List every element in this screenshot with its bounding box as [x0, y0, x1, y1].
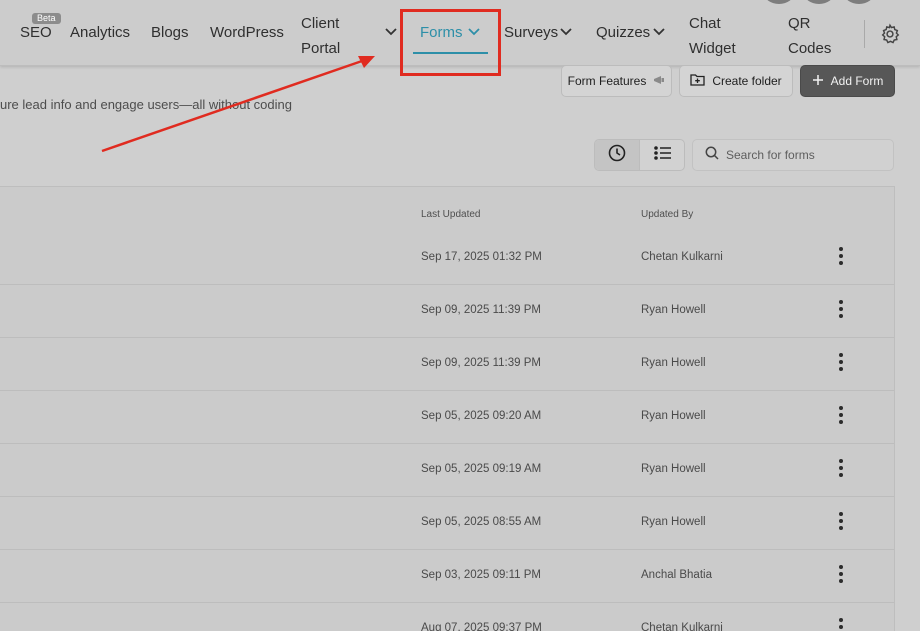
- kebab-menu-icon[interactable]: [834, 351, 848, 373]
- plus-icon: [812, 74, 824, 89]
- client-portal-line-1: Client: [301, 15, 340, 32]
- last-updated-cell: Sep 09, 2025 11:39 PM: [421, 304, 541, 316]
- updated-by-cell: Ryan Howell: [641, 410, 706, 422]
- updated-by-cell: Ryan Howell: [641, 357, 706, 369]
- annotation-highlight-box: [400, 9, 501, 76]
- add-form-button[interactable]: Add Form: [800, 65, 895, 97]
- forms-table: Last Updated Updated By Sep 17, 2025 01:…: [0, 186, 895, 631]
- table-row[interactable]: Sep 05, 2025 09:20 AM Ryan Howell: [0, 391, 894, 444]
- chevron-down-icon[interactable]: [559, 27, 573, 37]
- beta-badge: Beta: [32, 13, 61, 24]
- search-icon: [705, 146, 719, 165]
- view-toggle: [594, 139, 685, 171]
- add-form-label: Add Form: [830, 74, 884, 88]
- updated-by-cell: Anchal Bhatia: [641, 569, 712, 581]
- nav-item-seo[interactable]: SEO: [20, 24, 52, 41]
- kebab-menu-icon[interactable]: [834, 298, 848, 320]
- nav-item-wordpress[interactable]: WordPress: [210, 24, 284, 41]
- kebab-menu-icon[interactable]: [834, 563, 848, 585]
- table-row[interactable]: Sep 05, 2025 09:19 AM Ryan Howell: [0, 444, 894, 497]
- last-updated-cell: Aug 07, 2025 09:37 PM: [421, 622, 542, 631]
- table-row[interactable]: Sep 17, 2025 01:32 PM Chetan Kulkarni: [0, 232, 894, 285]
- chevron-down-icon[interactable]: [384, 27, 398, 37]
- kebab-menu-icon[interactable]: [834, 457, 848, 479]
- last-updated-cell: Sep 05, 2025 09:20 AM: [421, 410, 542, 422]
- avatar[interactable]: [804, 0, 834, 4]
- chat-widget-line-1: Chat: [689, 15, 721, 32]
- form-features-label: Form Features: [567, 74, 647, 88]
- nav-item-analytics[interactable]: Analytics: [70, 24, 130, 41]
- list-view-button[interactable]: [641, 140, 685, 170]
- updated-by-cell: Ryan Howell: [641, 304, 706, 316]
- client-portal-line-2: Portal: [301, 40, 341, 57]
- chevron-down-icon[interactable]: [652, 27, 666, 37]
- gear-icon[interactable]: [879, 23, 901, 50]
- nav-item-blogs[interactable]: Blogs: [151, 24, 189, 41]
- avatar[interactable]: [764, 0, 794, 4]
- nav-item-chat-widget[interactable]: Chat Widget: [689, 11, 736, 61]
- create-folder-label: Create folder: [712, 74, 782, 88]
- column-header-last-updated[interactable]: Last Updated: [421, 209, 481, 220]
- chat-widget-line-2: Widget: [689, 40, 736, 57]
- page-subtitle: ure lead info and engage users—all witho…: [0, 97, 292, 112]
- updated-by-cell: Chetan Kulkarni: [641, 622, 723, 631]
- kebab-menu-icon[interactable]: [834, 245, 848, 267]
- last-updated-cell: Sep 05, 2025 09:19 AM: [421, 463, 542, 475]
- megaphone-icon: [653, 74, 665, 89]
- avatar[interactable]: [844, 0, 874, 4]
- last-updated-cell: Sep 09, 2025 11:39 PM: [421, 357, 541, 369]
- table-row[interactable]: Sep 05, 2025 08:55 AM Ryan Howell: [0, 497, 894, 550]
- table-row[interactable]: Sep 09, 2025 11:39 PM Ryan Howell: [0, 338, 894, 391]
- qr-codes-line-1: QR: [788, 15, 811, 32]
- recent-view-button[interactable]: [595, 140, 640, 170]
- search-input[interactable]: [726, 148, 886, 162]
- folder-plus-icon: [690, 73, 705, 89]
- last-updated-cell: Sep 17, 2025 01:32 PM: [421, 251, 542, 263]
- nav-item-quizzes[interactable]: Quizzes: [596, 24, 650, 41]
- qr-codes-line-2: Codes: [788, 40, 832, 57]
- form-features-button[interactable]: Form Features: [561, 65, 672, 97]
- updated-by-cell: Chetan Kulkarni: [641, 251, 723, 263]
- column-header-updated-by[interactable]: Updated By: [641, 209, 693, 220]
- clock-icon: [608, 144, 626, 167]
- create-folder-button[interactable]: Create folder: [679, 65, 793, 97]
- search-box: [692, 139, 894, 171]
- updated-by-cell: Ryan Howell: [641, 516, 706, 528]
- nav-item-client-portal[interactable]: Client Portal: [301, 11, 340, 61]
- nav-item-qr-codes[interactable]: QR Codes: [788, 11, 831, 61]
- last-updated-cell: Sep 05, 2025 08:55 AM: [421, 516, 542, 528]
- kebab-menu-icon[interactable]: [834, 510, 848, 532]
- table-row[interactable]: Sep 09, 2025 11:39 PM Ryan Howell: [0, 285, 894, 338]
- table-row[interactable]: Sep 03, 2025 09:11 PM Anchal Bhatia: [0, 550, 894, 603]
- updated-by-cell: Ryan Howell: [641, 463, 706, 475]
- last-updated-cell: Sep 03, 2025 09:11 PM: [421, 569, 541, 581]
- nav-item-surveys[interactable]: Surveys: [504, 24, 558, 41]
- kebab-menu-icon[interactable]: [834, 616, 848, 631]
- nav-divider: [864, 20, 865, 48]
- table-row[interactable]: Aug 07, 2025 09:37 PM Chetan Kulkarni: [0, 603, 894, 631]
- kebab-menu-icon[interactable]: [834, 404, 848, 426]
- list-icon: [654, 145, 672, 165]
